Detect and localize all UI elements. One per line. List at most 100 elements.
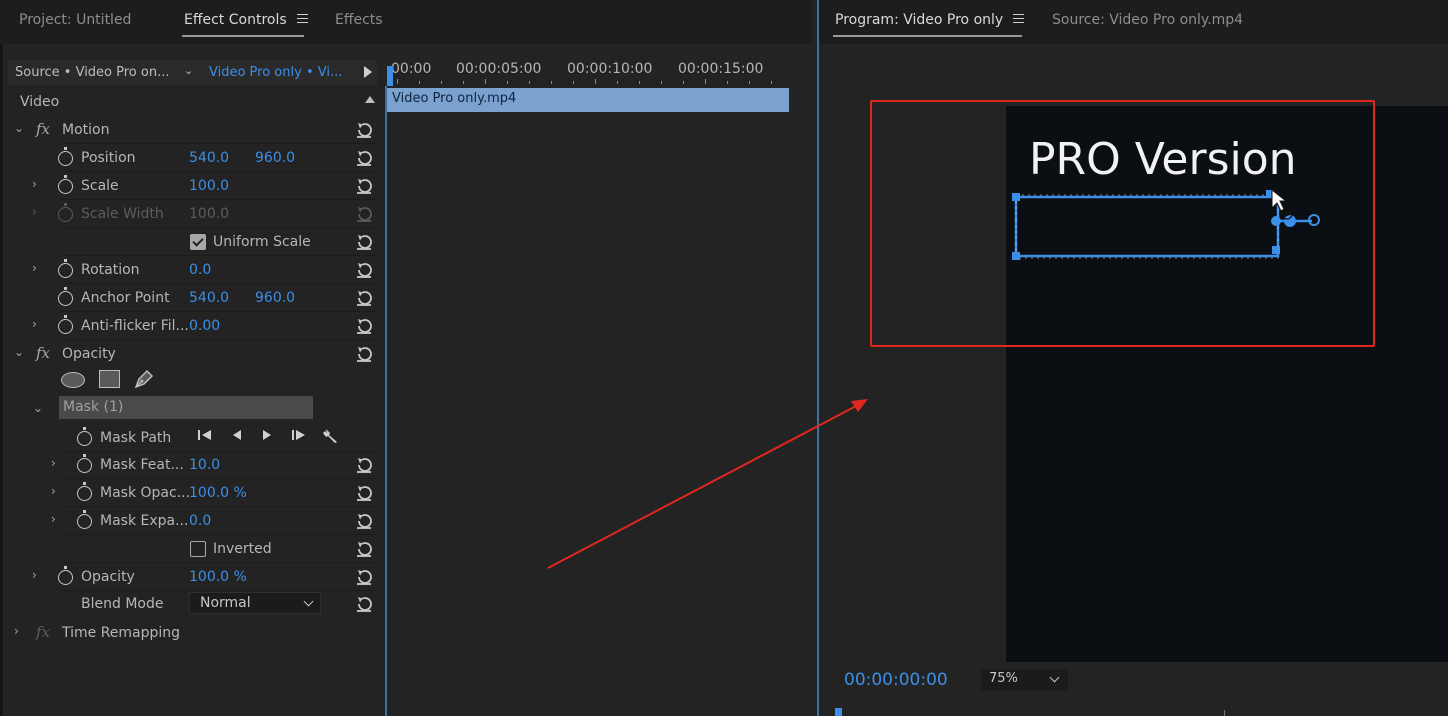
reset-icon[interactable] bbox=[355, 177, 373, 195]
reset-icon[interactable] bbox=[355, 345, 373, 363]
tab-source-monitor[interactable]: Source: Video Pro only.mp4 bbox=[1052, 12, 1243, 28]
antiflicker-label: Anti-flicker Fil... bbox=[81, 318, 189, 334]
time-ruler[interactable]: 00:00 00:00:05:00 00:00:10:00 00:00:15:0… bbox=[387, 56, 789, 86]
time-remapping-row[interactable]: › fx Time Remapping bbox=[8, 619, 377, 647]
pen-mask-icon[interactable] bbox=[133, 368, 155, 390]
stopwatch-icon bbox=[58, 203, 73, 222]
tab-effects[interactable]: Effects bbox=[335, 12, 383, 28]
active-tab-underline bbox=[182, 35, 304, 37]
ruler-timecode: 00:00:15:00 bbox=[678, 61, 764, 77]
clip-name: Video Pro only.mp4 bbox=[392, 91, 517, 106]
stopwatch-icon[interactable] bbox=[58, 566, 73, 585]
chevron-right-icon[interactable]: › bbox=[32, 568, 37, 582]
antiflicker-row: › Anti-flicker Fil... 0.00 bbox=[8, 312, 377, 340]
position-label: Position bbox=[81, 150, 136, 166]
chevron-right-icon[interactable]: › bbox=[32, 317, 37, 331]
anchor-y-value[interactable]: 960.0 bbox=[255, 290, 295, 306]
uniform-scale-label: Uniform Scale bbox=[213, 234, 311, 250]
opacity-section-label: Opacity bbox=[62, 346, 116, 362]
ellipse-mask-icon[interactable] bbox=[61, 372, 85, 388]
blend-mode-dropdown[interactable]: Normal bbox=[189, 592, 321, 614]
stopwatch-icon[interactable] bbox=[77, 454, 92, 473]
chevron-right-icon[interactable]: › bbox=[51, 512, 56, 526]
monitor-focus-edge bbox=[817, 0, 819, 716]
track-forward-icon[interactable] bbox=[290, 426, 308, 444]
position-y-value[interactable]: 960.0 bbox=[255, 150, 295, 166]
reset-icon[interactable] bbox=[355, 540, 373, 558]
timeline-clip[interactable]: Video Pro only.mp4 bbox=[387, 88, 789, 112]
motion-row[interactable]: ⌄ fx Motion bbox=[8, 116, 377, 144]
mask-expansion-value[interactable]: 0.0 bbox=[189, 513, 211, 529]
panel-menu-icon[interactable] bbox=[296, 14, 308, 23]
stopwatch-icon[interactable] bbox=[77, 482, 92, 501]
track-next-frame-icon[interactable] bbox=[258, 426, 276, 444]
track-prev-frame-icon[interactable] bbox=[228, 426, 246, 444]
scale-row: › Scale 100.0 bbox=[8, 172, 377, 200]
left-panel-tabbar: Project: Untitled Effect Controls Effect… bbox=[0, 0, 812, 44]
zoom-level-dropdown[interactable]: 75% bbox=[981, 669, 1068, 691]
fx-icon[interactable]: fx bbox=[36, 120, 50, 138]
chevron-right-icon[interactable]: › bbox=[51, 456, 56, 470]
collapse-up-icon[interactable] bbox=[365, 96, 375, 103]
chevron-right-icon[interactable]: › bbox=[32, 177, 37, 191]
chevron-down-icon bbox=[1049, 672, 1060, 683]
mask-path-label: Mask Path bbox=[100, 430, 172, 446]
stopwatch-icon[interactable] bbox=[58, 147, 73, 166]
stopwatch-icon[interactable] bbox=[58, 315, 73, 334]
opacity-row: › Opacity 100.0 % bbox=[8, 563, 377, 591]
mask-item[interactable]: Mask (1) bbox=[59, 396, 313, 419]
mask-feather-value[interactable]: 10.0 bbox=[189, 457, 220, 473]
reset-icon[interactable] bbox=[355, 512, 373, 530]
play-icon[interactable] bbox=[364, 66, 372, 78]
rectangle-mask-icon[interactable] bbox=[99, 370, 120, 388]
monitor-playhead[interactable] bbox=[835, 708, 842, 716]
mask-opacity-value[interactable]: 100.0 % bbox=[189, 485, 247, 501]
chevron-right-icon[interactable]: › bbox=[14, 624, 19, 638]
panel-menu-icon[interactable] bbox=[1013, 14, 1025, 23]
reset-icon[interactable] bbox=[355, 568, 373, 586]
chevron-down-icon[interactable]: ⌄ bbox=[184, 64, 193, 77]
reset-icon[interactable] bbox=[355, 121, 373, 139]
reset-icon[interactable] bbox=[355, 595, 373, 613]
stopwatch-icon[interactable] bbox=[77, 427, 92, 446]
rotation-label: Rotation bbox=[81, 262, 140, 278]
wrench-icon[interactable] bbox=[322, 426, 340, 444]
playhead-timecode[interactable]: 00:00:00:00 bbox=[844, 670, 948, 690]
stopwatch-icon[interactable] bbox=[58, 259, 73, 278]
chevron-down-icon[interactable]: ⌄ bbox=[33, 401, 43, 415]
fx-icon[interactable]: fx bbox=[36, 344, 50, 362]
track-backward-icon[interactable] bbox=[196, 426, 214, 444]
reset-icon[interactable] bbox=[355, 149, 373, 167]
opacity-value[interactable]: 100.0 % bbox=[189, 569, 247, 585]
stopwatch-icon[interactable] bbox=[58, 175, 73, 194]
reset-icon[interactable] bbox=[355, 484, 373, 502]
source-clip-label[interactable]: Source • Video Pro on... bbox=[15, 65, 169, 80]
reset-icon[interactable] bbox=[355, 289, 373, 307]
inverted-checkbox[interactable] bbox=[190, 541, 206, 557]
reset-icon[interactable] bbox=[355, 261, 373, 279]
scale-label: Scale bbox=[81, 178, 119, 194]
stopwatch-icon[interactable] bbox=[77, 510, 92, 529]
uniform-scale-checkbox[interactable] bbox=[190, 234, 206, 250]
opacity-section-row[interactable]: ⌄ fx Opacity bbox=[8, 340, 377, 368]
reset-icon[interactable] bbox=[355, 456, 373, 474]
anchor-point-label: Anchor Point bbox=[81, 290, 170, 306]
scale-value[interactable]: 100.0 bbox=[189, 178, 229, 194]
tab-project[interactable]: Project: Untitled bbox=[19, 12, 131, 28]
reset-icon[interactable] bbox=[355, 317, 373, 335]
rotation-value[interactable]: 0.0 bbox=[189, 262, 211, 278]
chevron-right-icon[interactable]: › bbox=[51, 484, 56, 498]
ruler-tick bbox=[419, 81, 420, 84]
stopwatch-icon[interactable] bbox=[58, 287, 73, 306]
timeline-playhead[interactable] bbox=[387, 66, 393, 86]
chevron-down-icon[interactable]: ⌄ bbox=[14, 121, 24, 135]
sequence-clip-label[interactable]: Video Pro only • Vi... bbox=[209, 65, 342, 80]
antiflicker-value[interactable]: 0.00 bbox=[189, 318, 220, 334]
tab-program-monitor[interactable]: Program: Video Pro only bbox=[835, 12, 1025, 28]
tab-effect-controls[interactable]: Effect Controls bbox=[184, 12, 308, 28]
reset-icon[interactable] bbox=[355, 233, 373, 251]
chevron-down-icon[interactable]: ⌄ bbox=[14, 345, 24, 359]
chevron-right-icon[interactable]: › bbox=[32, 261, 37, 275]
position-x-value[interactable]: 540.0 bbox=[189, 150, 229, 166]
anchor-x-value[interactable]: 540.0 bbox=[189, 290, 229, 306]
